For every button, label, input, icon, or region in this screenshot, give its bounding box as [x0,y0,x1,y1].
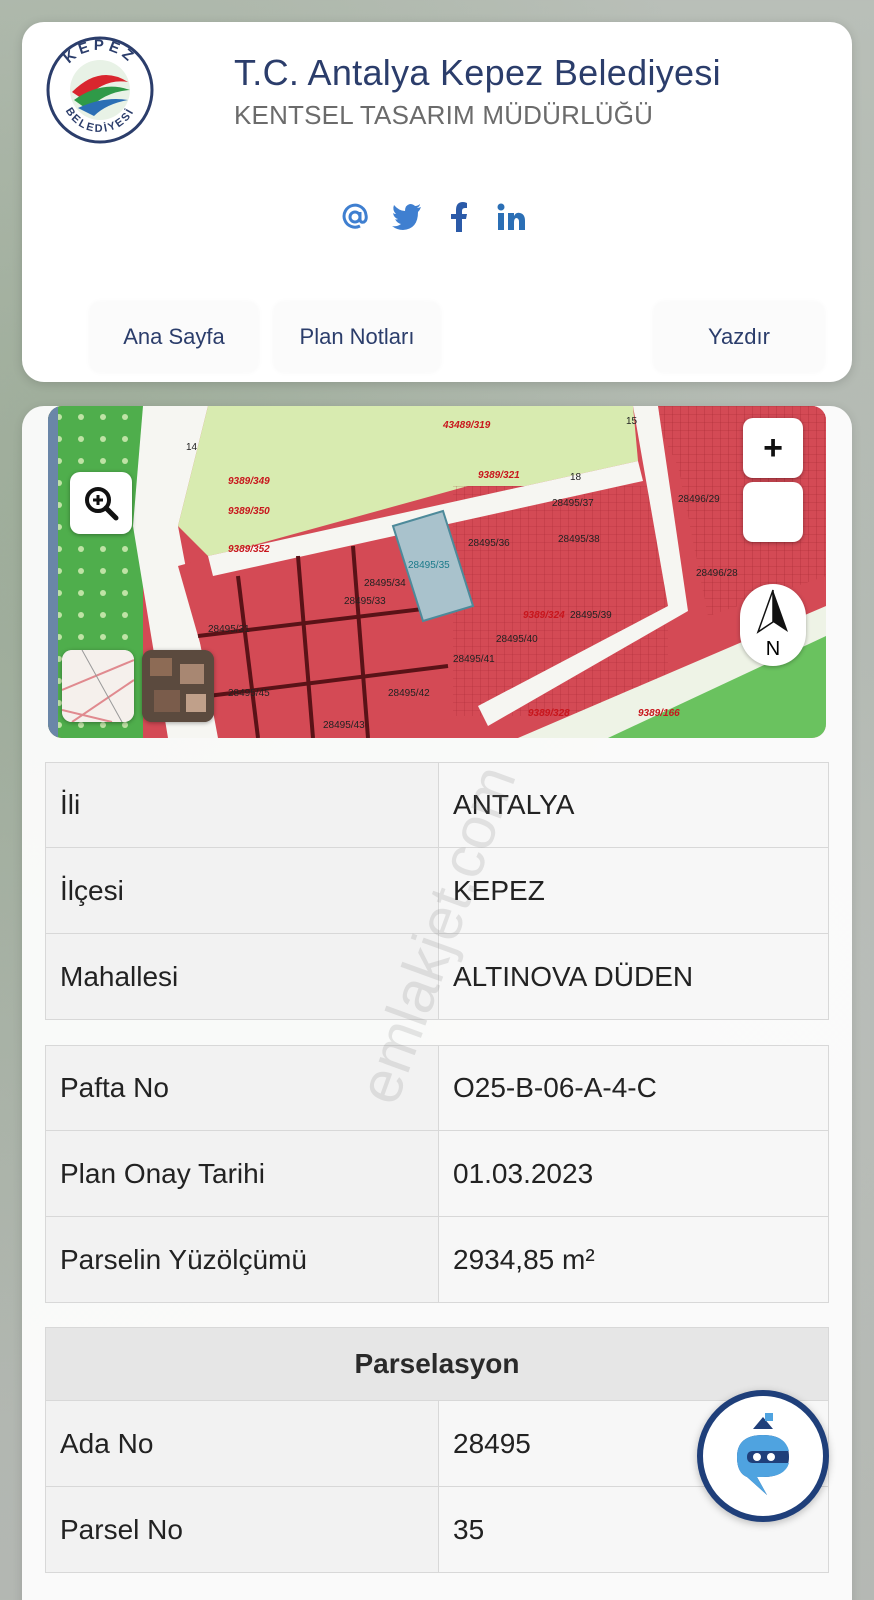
layer-satellite-button[interactable] [142,650,214,722]
svg-text:9389/349: 9389/349 [228,476,270,487]
svg-text:9389/328: 9389/328 [528,708,570,719]
svg-text:28495/37: 28495/37 [552,498,594,509]
svg-text:28495/42: 28495/42 [388,688,430,699]
row-label: Pafta No [46,1046,439,1130]
nav-plan-notes-button[interactable]: Plan Notları [274,302,440,372]
row-value: O25-B-06-A-4-C [439,1046,828,1130]
svg-text:9389/321: 9389/321 [478,470,520,481]
org-subtitle: KENTSEL TASARIM MÜDÜRLÜĞÜ [234,100,654,130]
org-title: T.C. Antalya Kepez Belediyesi [234,52,721,93]
svg-text:9389/324: 9389/324 [523,610,565,621]
row-value: 2934,85 m² [439,1217,828,1302]
parcel-section-title: Parselasyon [45,1327,829,1401]
svg-text:28495/35: 28495/35 [408,560,450,571]
svg-text:15: 15 [626,416,638,427]
svg-text:9389/352: 9389/352 [228,544,270,555]
table-row: Pafta No O25-B-06-A-4-C [45,1045,829,1131]
svg-text:28495/40: 28495/40 [496,634,538,645]
layer-plan-button[interactable] [62,650,134,722]
satellite-layer-thumbnail-icon [142,650,214,722]
svg-text:14: 14 [186,442,198,453]
row-value: KEPEZ [439,848,828,933]
social-links [340,200,526,234]
svg-text:28495/45: 28495/45 [228,688,270,699]
row-value: ANTALYA [439,763,828,847]
svg-text:28495/33: 28495/33 [344,596,386,607]
table-row: Mahallesi ALTINOVA DÜDEN [45,934,829,1020]
svg-text:28496/28: 28496/28 [696,568,738,579]
compass-n-label: N [765,638,781,660]
location-table: İli ANTALYA İlçesi KEPEZ Mahallesi ALTIN… [45,762,829,1020]
nav-home-button[interactable]: Ana Sayfa [90,302,258,372]
svg-text:9389/350: 9389/350 [228,506,270,517]
plan-table: Pafta No O25-B-06-A-4-C Plan Onay Tarihi… [45,1045,829,1303]
zoom-in-button[interactable]: + [743,418,803,478]
row-label: Plan Onay Tarihi [46,1131,439,1216]
chat-assistant-button[interactable] [697,1390,829,1522]
chat-bot-icon [737,1413,789,1495]
nav-print-button[interactable]: Yazdır [654,302,824,372]
svg-text:28495/41: 28495/41 [453,654,495,665]
svg-text:28495/38: 28495/38 [558,534,600,545]
table-row: İli ANTALYA [45,762,829,848]
header-card: KEPEZ BELEDİYESİ T.C. Antalya Kepez Bele… [22,22,852,382]
twitter-icon[interactable] [392,200,422,234]
row-label: İlçesi [46,848,439,933]
svg-text:43489/319: 43489/319 [442,420,491,431]
svg-text:28495/34: 28495/34 [364,578,406,589]
svg-text:9389/166: 9389/166 [638,708,680,719]
plan-layer-thumbnail-icon [62,650,134,722]
svg-text:28495/43: 28495/43 [323,720,365,731]
svg-text:28495/36: 28495/36 [468,538,510,549]
zoom-out-button[interactable] [743,482,803,542]
facebook-icon[interactable] [444,200,474,234]
table-row: Parselin Yüzölçümü 2934,85 m² [45,1217,829,1303]
row-label: Ada No [46,1401,439,1486]
svg-text:28495/39: 28495/39 [570,610,612,621]
svg-text:28496/29: 28496/29 [678,494,720,505]
zoom-search-button[interactable] [70,472,132,534]
table-row: Plan Onay Tarihi 01.03.2023 [45,1131,829,1217]
svg-text:18: 18 [570,472,582,483]
row-value: ALTINOVA DÜDEN [439,934,828,1019]
magnifier-icon [85,487,119,521]
row-label: İli [46,763,439,847]
compass-arrow-icon [756,589,788,634]
table-row: İlçesi KEPEZ [45,848,829,934]
kepez-logo: KEPEZ BELEDİYESİ [44,34,156,146]
row-value: 01.03.2023 [439,1131,828,1216]
row-label: Parselin Yüzölçümü [46,1217,439,1302]
svg-text:28495/31: 28495/31 [208,624,250,635]
nav-bar: Ana Sayfa Plan Notları Yazdır [70,302,830,372]
at-icon[interactable] [340,200,370,234]
row-label: Parsel No [46,1487,439,1572]
north-compass: N [740,584,806,666]
linkedin-icon[interactable] [496,200,526,234]
row-label: Mahallesi [46,934,439,1019]
table-row: Parsel No 35 [45,1487,829,1573]
